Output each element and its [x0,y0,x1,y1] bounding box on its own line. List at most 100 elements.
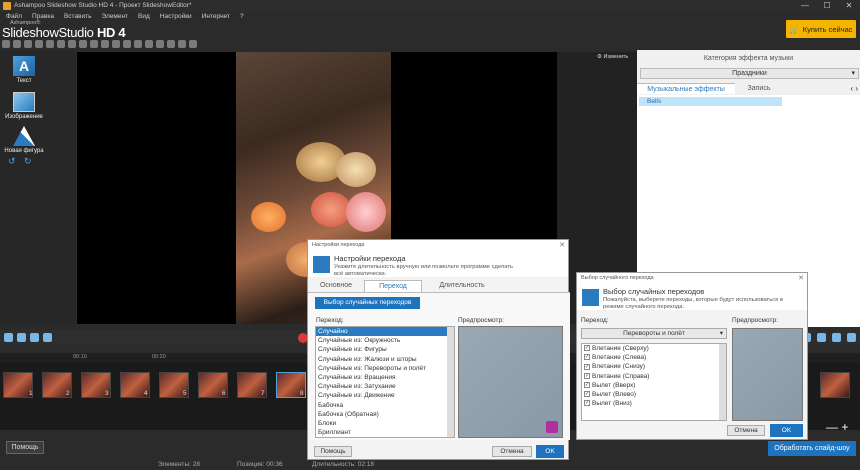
zoom-controls[interactable]: — + [826,420,848,434]
list-item[interactable]: ✓ Влетание (Снизу) [582,362,726,371]
list-item[interactable]: ✓ Вылет (Вверх) [582,381,726,390]
tab-duration[interactable]: Длительность [422,280,502,292]
transition-label: Переход: [316,317,344,324]
category-select[interactable]: Перевороты и полёт ▾ [581,328,727,339]
align-icon[interactable] [145,40,153,48]
minimize-button[interactable]: — [794,0,816,12]
tab-music-effects[interactable]: Музыкальные эффекты [637,83,735,94]
fit-icon[interactable] [189,40,197,48]
music-category-select[interactable]: Праздники ▾ [640,68,859,79]
record-icon[interactable] [156,40,164,48]
undo-icon[interactable] [90,40,98,48]
dialog-header: Настройки перехода Укажите длительность … [308,251,568,277]
checkbox[interactable]: ✓ [584,363,590,370]
add-shape-tool[interactable]: Новая фигура [4,126,44,154]
menu-element[interactable]: Элемент [102,12,129,22]
list-item[interactable]: Случайные из: Движение [316,391,454,400]
main-toolbar [2,40,197,50]
list-item[interactable]: ✓ Вылет (Вниз) [582,399,726,408]
list-item[interactable]: ✓ Влетание (Слева) [582,353,726,362]
checkbox[interactable]: ✓ [584,400,590,407]
list-item[interactable]: Случайные из: Затухание [316,382,454,391]
menu-internet[interactable]: Интернет [202,12,230,22]
list-item[interactable]: Блоки [316,419,454,428]
list-scrollbar[interactable] [719,344,726,420]
tab-transition[interactable]: Переход [364,280,422,292]
music-icon[interactable] [847,333,856,342]
menu-insert[interactable]: Вставить [64,12,92,22]
maximize-button[interactable]: ☐ [816,0,838,12]
clip-number: 4 [144,390,148,397]
random-transitions-button[interactable]: Выбор случайных переходов [315,297,420,309]
list-icon[interactable] [817,333,826,342]
redo-icon[interactable] [101,40,109,48]
list-item[interactable]: Случайные из: Перевороты и полёт [316,364,454,373]
equalizer-icon[interactable] [832,333,841,342]
buy-now-button[interactable]: 🛒 Купить сейчас [786,20,856,38]
transition-preview [458,326,563,438]
list-item[interactable]: Случайные из: Фигуры [316,345,454,354]
checkbox[interactable]: ✓ [584,382,590,389]
rotate-left-icon[interactable]: ↺ [8,156,16,167]
delete-icon[interactable] [57,40,65,48]
list-item[interactable]: Случайно [316,327,454,337]
list-item[interactable]: ✓ Вылет (Влево) [582,390,726,399]
add-image-tool[interactable]: Изображение [4,92,44,120]
list-scrollbar[interactable] [447,327,454,437]
transition-list[interactable]: Случайно Случайные из: Окружность Случай… [315,326,455,438]
close-button[interactable]: ✕ [838,0,860,12]
help-button[interactable]: Помощь [314,446,352,457]
select-icon[interactable] [112,40,120,48]
folder-icon[interactable] [17,333,26,342]
tab-basic[interactable]: Основное [308,280,364,292]
trash-icon[interactable] [43,333,52,342]
list-item[interactable]: Bells [639,97,782,106]
forward-icon[interactable] [13,40,21,48]
list-item[interactable]: ✓ Влетание (Сверху) [582,344,726,353]
add-text-tool[interactable]: A Текст [4,56,44,84]
list-item[interactable]: Бабочка (Обратная) [316,410,454,419]
checkbox[interactable]: ✓ [584,345,590,352]
settings-icon[interactable] [30,333,39,342]
list-item[interactable]: Случайные из: Вращения [316,373,454,382]
menu-help[interactable]: ? [240,12,244,22]
change-button[interactable]: ⚙ Изменить [597,54,628,60]
menu-bar: Файл Правка Вставить Элемент Вид Настрой… [0,12,770,22]
zoom-icon[interactable] [123,40,131,48]
grid-icon[interactable] [134,40,142,48]
list-item-label: Влетание (Слева) [592,354,647,362]
list-item[interactable]: Случайные из: Окружность [316,336,454,345]
copy-icon[interactable] [68,40,76,48]
close-icon[interactable]: ✕ [559,240,565,251]
help-button[interactable]: Помощь [6,441,44,454]
list-item[interactable]: Бриллиант [316,428,454,437]
paste-icon[interactable] [79,40,87,48]
rotate-icon[interactable] [178,40,186,48]
ok-button[interactable]: OK [770,424,803,437]
settings-icon[interactable] [167,40,175,48]
open-icon[interactable] [35,40,43,48]
random-transition-list[interactable]: ✓ Влетание (Сверху) ✓ Влетание (Слева) ✓ Вл… [581,343,727,421]
close-icon[interactable]: ✕ [798,273,804,284]
menu-view[interactable]: Вид [138,12,150,22]
list-item[interactable]: Бабочка [316,401,454,410]
save-icon[interactable] [24,40,32,48]
tab-scroll-arrows[interactable]: ‹ › [850,84,858,93]
cancel-button[interactable]: Отмена [727,425,765,436]
export-slideshow-button[interactable]: Обработать слайд-шоу [768,441,856,456]
list-item[interactable]: ✓ Влетание (Справа) [582,372,726,381]
checkbox[interactable]: ✓ [584,391,590,398]
add-icon[interactable] [4,333,13,342]
menu-settings[interactable]: Настройки [160,12,192,22]
checkbox[interactable]: ✓ [584,354,590,361]
cancel-button[interactable]: Отмена [492,446,532,457]
ok-button[interactable]: OK [536,445,564,458]
checkbox[interactable]: ✓ [584,372,590,379]
rotate-right-icon[interactable]: ↻ [24,156,32,167]
cut-icon[interactable] [46,40,54,48]
back-icon[interactable] [2,40,10,48]
dialog-header-title: Выбор случайных переходов [603,287,705,296]
list-item[interactable]: Случайные из: Жалюзи и шторы [316,355,454,364]
tab-record[interactable]: Запись [735,83,783,94]
timeline-clip[interactable] [820,372,850,398]
